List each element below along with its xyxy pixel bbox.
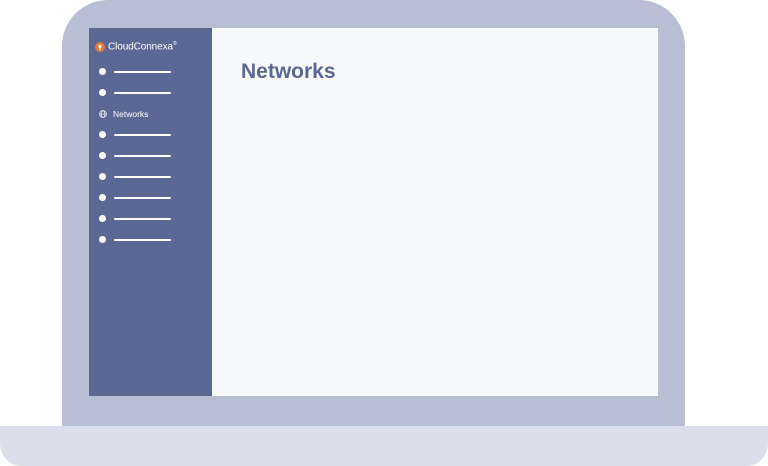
brand-name: CloudConnexa® [108, 41, 177, 53]
brand-logo[interactable]: CloudConnexa® [95, 40, 177, 54]
placeholder-label-line [114, 133, 171, 136]
dot-icon [99, 152, 106, 159]
dot-icon [99, 173, 106, 180]
placeholder-label-line [114, 238, 171, 241]
dot-icon [99, 236, 106, 243]
dot-icon [99, 89, 106, 96]
laptop-base [0, 426, 768, 466]
placeholder-label-line [114, 175, 171, 178]
placeholder-label-line [114, 154, 171, 157]
page-title: Networks [241, 60, 336, 83]
sidebar-item-6[interactable] [89, 166, 212, 187]
placeholder-label-line [114, 217, 171, 220]
sidebar-item-label: Networks [113, 108, 149, 119]
main-content: Networks [212, 28, 658, 396]
sidebar-item-1[interactable] [89, 61, 212, 82]
placeholder-label-line [114, 70, 171, 73]
sidebar-item-5[interactable] [89, 145, 212, 166]
app-screen: CloudConnexa® Networks Networks [89, 28, 658, 396]
sidebar-item-7[interactable] [89, 187, 212, 208]
sidebar-item-networks[interactable]: Networks [89, 103, 212, 124]
sidebar-item-2[interactable] [89, 82, 212, 103]
cloudconnexa-logo-icon [95, 42, 105, 52]
placeholder-label-line [114, 91, 171, 94]
globe-icon [99, 109, 107, 118]
sidebar: CloudConnexa® Networks [89, 28, 212, 396]
sidebar-item-4[interactable] [89, 124, 212, 145]
sidebar-nav: Networks [89, 61, 212, 250]
sidebar-item-8[interactable] [89, 208, 212, 229]
placeholder-label-line [114, 196, 171, 199]
dot-icon [99, 194, 106, 201]
dot-icon [99, 68, 106, 75]
dot-icon [99, 131, 106, 138]
dot-icon [99, 215, 106, 222]
sidebar-item-9[interactable] [89, 229, 212, 250]
